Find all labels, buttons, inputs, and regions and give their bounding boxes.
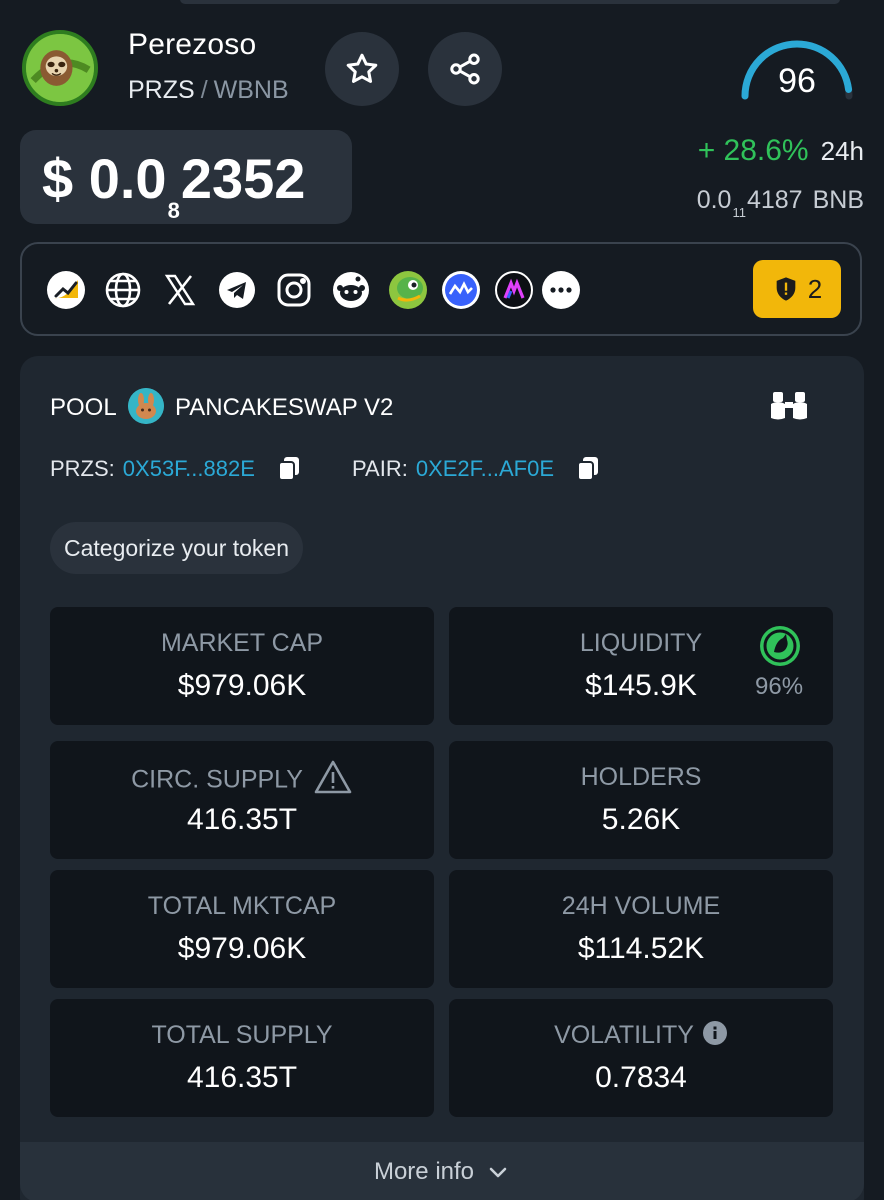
pair-separator: / [200, 76, 208, 104]
dex-name: PANCAKESWAP V2 [175, 394, 394, 421]
score-gauge[interactable]: 96 [738, 34, 856, 104]
social-links-bar: 2 [20, 242, 862, 336]
top-bar-edge [180, 0, 840, 4]
pool-label: POOL [50, 394, 117, 421]
price-usd: $ 0.082352 [42, 146, 306, 223]
security-audit-button[interactable]: 2 [753, 260, 841, 318]
price-digits: 2352 [180, 147, 306, 210]
pancakeswap-icon [128, 388, 164, 424]
total-mktcap-value: $979.06K [177, 932, 307, 965]
price-prefix: $ 0.0 [42, 147, 167, 210]
pair-address-label: PAIR: [352, 456, 408, 481]
info-icon[interactable] [702, 1020, 728, 1046]
categorize-token-button[interactable]: Categorize your token [50, 522, 304, 574]
volume-24h-value: $114.52K [577, 932, 705, 965]
more-info-label: More info [373, 1158, 475, 1185]
globe-icon[interactable] [103, 270, 143, 310]
price-bnb: 0.0114187 BNB [696, 186, 864, 220]
token-symbol: PRZS [128, 76, 195, 104]
favorite-button[interactable] [325, 32, 399, 106]
circ-supply-label: CIRC. SUPPLY [131, 765, 303, 794]
volume-24h-label: 24H VOLUME [561, 892, 721, 920]
total-mktcap-label: TOTAL MKTCAP [147, 892, 337, 920]
shield-icon [776, 277, 796, 301]
total-supply-label: TOTAL SUPPLY [151, 1021, 333, 1049]
bnb-price-digits: 4187 [746, 186, 803, 214]
share-icon [450, 53, 480, 85]
price-zero-count: 8 [167, 198, 180, 223]
score-value: 96 [778, 62, 816, 100]
dextools-icon[interactable] [494, 270, 534, 310]
liquidity-percent: 96% [755, 673, 804, 700]
holders-stat: HOLDERS 5.26K [449, 741, 833, 859]
copy-icon[interactable] [576, 456, 600, 482]
more-info-button[interactable]: More info [20, 1142, 864, 1200]
coingecko-icon[interactable] [388, 270, 428, 310]
volatility-stat: VOLATILITY 0.7834 [449, 999, 833, 1117]
pair-address-row: PAIR: 0XE2F...AF0E [352, 456, 600, 482]
volume-24h-stat: 24H VOLUME $114.52K [449, 870, 833, 988]
token-address-row: PRZS: 0X53F...882E [50, 456, 301, 482]
pair-label: PRZS / WBNB [128, 76, 289, 105]
telegram-icon[interactable] [217, 270, 257, 310]
total-mktcap-stat: TOTAL MKTCAP $979.06K [50, 870, 434, 988]
locked-liquidity-icon[interactable] [759, 625, 801, 667]
token-address-label: PRZS: [50, 456, 115, 481]
holders-label: HOLDERS [580, 763, 702, 791]
binoculars-icon[interactable] [770, 388, 808, 422]
chevron-down-icon [489, 1167, 507, 1178]
sloth-logo-icon [22, 30, 98, 106]
bnb-unit: BNB [812, 186, 864, 214]
bnb-price-zero-count: 11 [732, 205, 746, 220]
bnb-price-prefix: 0.0 [696, 186, 732, 214]
price-change-value: + 28.6% [697, 134, 809, 167]
market-cap-label: MARKET CAP [160, 629, 324, 657]
circ-supply-label-row: CIRC. SUPPLY [50, 760, 434, 799]
reddit-icon[interactable] [331, 270, 371, 310]
price-change-period: 24h [820, 136, 864, 166]
warning-icon[interactable] [313, 759, 353, 795]
price-box: $ 0.082352 [20, 130, 352, 224]
market-cap-stat: MARKET CAP $979.06K [50, 607, 434, 725]
pair-address-link[interactable]: 0XE2F...AF0E [416, 456, 554, 482]
security-warning-count: 2 [807, 273, 823, 304]
quote-symbol: WBNB [213, 76, 289, 104]
holders-value: 5.26K [601, 803, 681, 836]
volatility-label-row: VOLATILITY [449, 1021, 833, 1050]
pool-info-card: POOL PANCAKESWAP V2 PRZS: 0X53F...882E P… [20, 356, 864, 1200]
market-cap-value: $979.06K [177, 669, 307, 702]
volatility-label: VOLATILITY [554, 1021, 694, 1049]
price-change: + 28.6% 24h [698, 134, 864, 168]
volatility-value: 0.7834 [595, 1061, 687, 1094]
copy-icon[interactable] [277, 456, 301, 482]
total-supply-stat: TOTAL SUPPLY 416.35T [50, 999, 434, 1117]
share-button[interactable] [428, 32, 502, 106]
circ-supply-value: 416.35T [186, 803, 298, 836]
total-supply-value: 416.35T [186, 1061, 298, 1094]
liquidity-stat: LIQUIDITY $145.9K 96% [449, 607, 833, 725]
star-icon [346, 53, 378, 83]
more-icon[interactable] [541, 270, 581, 310]
coinmarketcap-icon[interactable] [441, 270, 481, 310]
circ-supply-stat: CIRC. SUPPLY 416.35T [50, 741, 434, 859]
instagram-icon[interactable] [274, 270, 314, 310]
token-name: Perezoso [128, 28, 257, 61]
x-icon[interactable] [160, 270, 200, 310]
token-address-link[interactable]: 0X53F...882E [123, 456, 255, 482]
chart-icon[interactable] [46, 270, 86, 310]
